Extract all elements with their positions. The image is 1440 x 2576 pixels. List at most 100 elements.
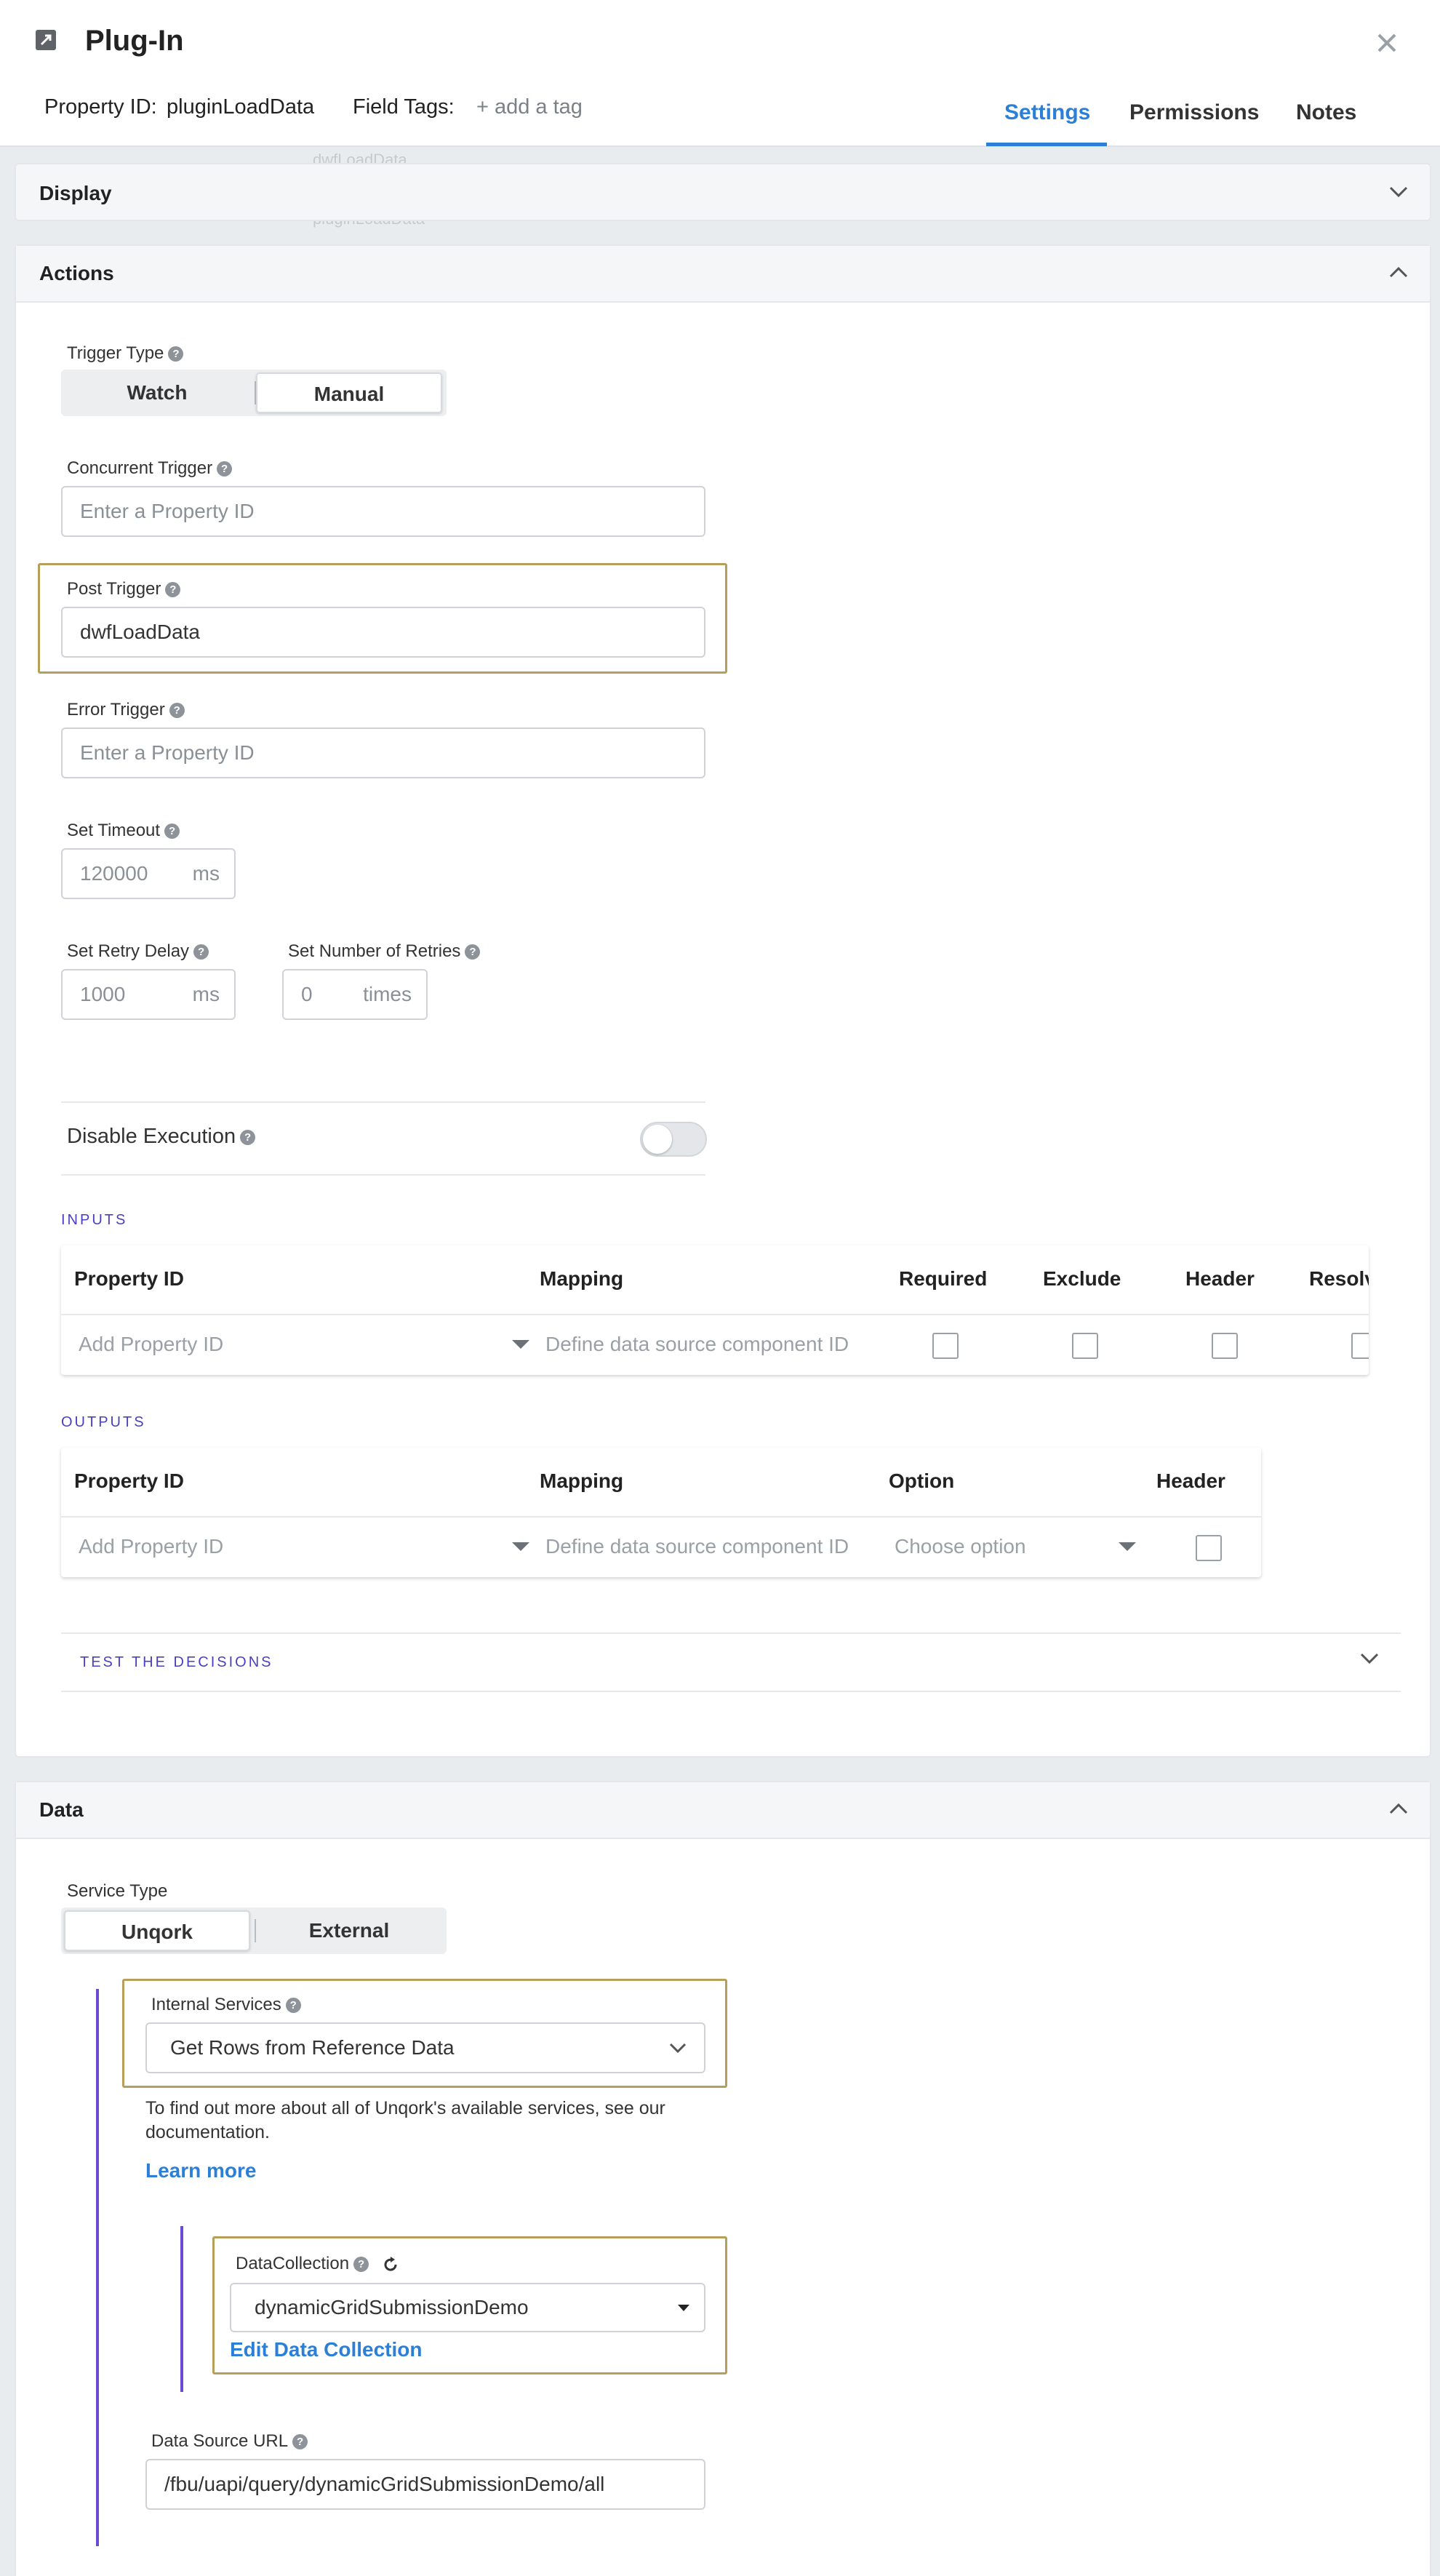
inputs-col-header: Header <box>1185 1267 1255 1290</box>
disable-execution-label: Disable Execution? <box>67 1125 256 1149</box>
property-id-label: Property ID: <box>44 95 157 119</box>
nested-indicator-line <box>180 2226 183 2392</box>
help-icon[interactable]: ? <box>465 944 481 960</box>
close-icon[interactable] <box>1376 32 1398 54</box>
disable-execution-toggle[interactable] <box>640 1122 707 1157</box>
chevron-up-icon[interactable] <box>1389 1803 1408 1814</box>
nested-indicator-line <box>96 1989 99 2546</box>
inputs-col-exclude: Exclude <box>1043 1267 1121 1290</box>
help-icon[interactable]: ? <box>353 2257 369 2273</box>
table-divider <box>61 1516 1261 1518</box>
error-trigger-label: Error Trigger? <box>67 700 185 720</box>
edit-data-collection-link[interactable]: Edit Data Collection <box>230 2338 422 2361</box>
add-tag-link[interactable]: + add a tag <box>476 95 583 119</box>
field-tags-label: Field Tags: <box>353 95 455 119</box>
post-trigger-input[interactable]: dwfLoadData <box>61 607 705 658</box>
service-unqork-option[interactable]: Unqork <box>64 1910 250 1951</box>
help-icon[interactable]: ? <box>169 703 185 719</box>
chevron-up-icon[interactable] <box>1389 266 1408 278</box>
divider <box>61 1174 705 1176</box>
error-trigger-input[interactable]: Enter a Property ID <box>61 727 705 778</box>
outputs-option-select[interactable]: Choose option <box>895 1535 1026 1558</box>
data-panel-header[interactable]: Data <box>16 1782 1430 1839</box>
tab-notes[interactable]: Notes <box>1296 100 1356 125</box>
actions-panel-title: Actions <box>39 262 114 284</box>
help-line-2: documentation. <box>145 2122 270 2142</box>
help-icon[interactable]: ? <box>193 944 209 960</box>
help-icon[interactable]: ? <box>217 461 233 477</box>
modal-title: Plug-In <box>85 25 184 57</box>
help-icon[interactable]: ? <box>164 824 180 840</box>
resolve-checkbox[interactable] <box>1351 1333 1369 1359</box>
table-divider <box>61 1314 1369 1315</box>
outputs-caption: OUTPUTS <box>61 1414 146 1430</box>
retries-unit: times <box>363 983 412 1005</box>
outputs-mapping-field[interactable]: Define data source component ID <box>545 1535 849 1558</box>
inputs-table: Property ID Mapping Required Exclude Hea… <box>61 1245 1369 1375</box>
help-icon[interactable]: ? <box>292 2434 308 2450</box>
dropdown-caret-icon[interactable] <box>512 1340 529 1349</box>
modal-header: Plug-In Property ID: pluginLoadData Fiel… <box>0 0 1440 147</box>
outputs-header-checkbox[interactable] <box>1196 1535 1222 1561</box>
retry-delay-label: Set Retry Delay? <box>67 941 209 962</box>
inputs-property-select[interactable]: Add Property ID <box>79 1333 223 1356</box>
data-source-url-input[interactable]: /fbu/uapi/query/dynamicGridSubmissionDem… <box>145 2459 705 2510</box>
inputs-col-resolve: Resolve <box>1309 1267 1369 1290</box>
outputs-table: Property ID Mapping Option Header Add Pr… <box>61 1448 1261 1577</box>
dropdown-caret-icon[interactable] <box>512 1542 529 1551</box>
outputs-property-select[interactable]: Add Property ID <box>79 1535 223 1558</box>
help-icon[interactable]: ? <box>240 1129 256 1145</box>
tab-settings-underline <box>986 143 1107 146</box>
data-collection-label: DataCollection? <box>236 2254 400 2274</box>
set-timeout-input[interactable]: 120000 ms <box>61 848 236 899</box>
help-icon[interactable]: ? <box>285 1998 301 2014</box>
test-decisions-toggle[interactable]: TEST THE DECISIONS <box>80 1654 273 1671</box>
outputs-col-header: Header <box>1156 1470 1225 1492</box>
data-panel-title: Data <box>39 1798 84 1821</box>
trigger-type-label: Trigger Type? <box>67 343 184 364</box>
retry-delay-input[interactable]: 1000 ms <box>61 969 236 1020</box>
help-icon[interactable]: ? <box>165 582 181 598</box>
dropdown-caret-icon[interactable] <box>1119 1542 1136 1551</box>
service-external-option[interactable]: External <box>256 1910 442 1951</box>
chevron-down-icon[interactable] <box>1389 186 1408 198</box>
display-panel: Display <box>15 163 1431 221</box>
trigger-watch-option[interactable]: Watch <box>64 372 250 413</box>
divider <box>61 1101 705 1103</box>
divider <box>61 1632 1401 1634</box>
display-panel-title[interactable]: Display <box>39 182 112 205</box>
toggle-knob <box>643 1125 672 1154</box>
inputs-mapping-field[interactable]: Define data source component ID <box>545 1333 849 1356</box>
actions-panel: Actions Trigger Type? Watch Manual Concu… <box>15 244 1431 1758</box>
timeout-unit: ms <box>192 862 220 885</box>
retry-delay-unit: ms <box>192 983 220 1005</box>
learn-more-link[interactable]: Learn more <box>145 2159 257 2182</box>
header-checkbox[interactable] <box>1212 1333 1238 1359</box>
service-type-toggle: Unqork External <box>61 1907 447 1954</box>
inputs-caption: INPUTS <box>61 1212 128 1228</box>
inputs-col-mapping: Mapping <box>540 1267 624 1290</box>
concurrent-trigger-label: Concurrent Trigger? <box>67 458 233 479</box>
inputs-col-required: Required <box>899 1267 988 1290</box>
help-icon[interactable]: ? <box>168 346 184 362</box>
refresh-icon[interactable] <box>381 2255 400 2274</box>
actions-panel-header[interactable]: Actions <box>16 246 1430 303</box>
required-checkbox[interactable] <box>932 1333 959 1359</box>
exclude-checkbox[interactable] <box>1072 1333 1098 1359</box>
retries-label: Set Number of Retries? <box>288 941 481 962</box>
concurrent-trigger-input[interactable]: Enter a Property ID <box>61 486 705 537</box>
data-collection-select[interactable]: dynamicGridSubmissionDemo <box>230 2283 705 2332</box>
dropdown-caret-icon <box>678 2305 689 2311</box>
services-help-text: To find out more about all of Unqork's a… <box>145 2097 665 2145</box>
retries-input[interactable]: 0 times <box>282 969 428 1020</box>
trigger-type-toggle: Watch Manual <box>61 370 447 416</box>
internal-services-select[interactable]: Get Rows from Reference Data <box>145 2022 705 2073</box>
outputs-col-option: Option <box>889 1470 955 1492</box>
post-trigger-label: Post Trigger? <box>67 579 181 599</box>
tab-permissions[interactable]: Permissions <box>1129 100 1259 125</box>
data-source-url-label: Data Source URL? <box>151 2431 308 2452</box>
chevron-down-icon[interactable] <box>1360 1653 1379 1664</box>
trigger-manual-option[interactable]: Manual <box>256 372 442 413</box>
divider <box>61 1691 1401 1692</box>
tab-settings[interactable]: Settings <box>1004 100 1090 125</box>
